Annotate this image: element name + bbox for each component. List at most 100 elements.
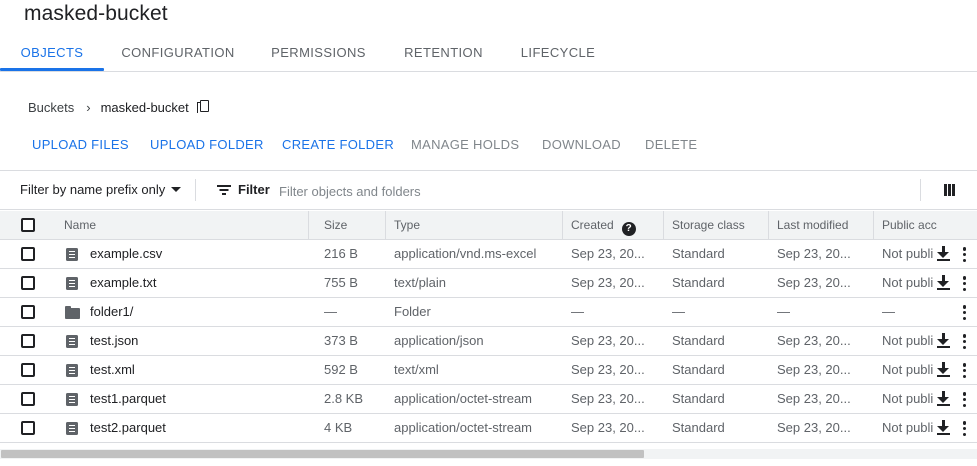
create-folder-button[interactable]: CREATE FOLDER bbox=[282, 134, 394, 156]
tab-lifecycle[interactable]: LIFECYCLE bbox=[518, 34, 598, 71]
file-icon bbox=[66, 277, 78, 290]
cell-modified: Sep 23, 20... bbox=[777, 420, 851, 435]
filter-mode-dropdown[interactable]: Filter by name prefix only bbox=[20, 182, 182, 197]
table-row[interactable]: test2.parquet 4 KB application/octet-strea… bbox=[0, 414, 977, 443]
filter-button[interactable]: Filter bbox=[217, 182, 270, 197]
tab-configuration[interactable]: CONFIGURATION bbox=[120, 34, 236, 71]
more-vert-icon[interactable] bbox=[962, 363, 967, 378]
download-icon[interactable] bbox=[937, 333, 950, 348]
column-display-options-icon[interactable] bbox=[944, 184, 955, 196]
help-icon: ? bbox=[621, 222, 636, 236]
cell-type: Folder bbox=[394, 304, 431, 319]
cell-storage: Standard bbox=[672, 333, 725, 348]
filter-icon bbox=[217, 184, 231, 195]
cell-modified: Sep 23, 20... bbox=[777, 391, 851, 406]
table-row[interactable]: example.txt 755 B text/plain Sep 23, 20... S… bbox=[0, 269, 977, 298]
cell-type: application/octet-stream bbox=[394, 420, 533, 435]
manage-holds-button[interactable]: MANAGE HOLDS bbox=[411, 134, 519, 156]
cell-storage: Standard bbox=[672, 362, 725, 377]
table-header: Name Size Type Created? Storage class La… bbox=[0, 211, 977, 240]
tab-retention[interactable]: RETENTION bbox=[400, 34, 487, 71]
cell-type: application/vnd.ms-excel bbox=[394, 246, 537, 261]
cell-size: 4 KB bbox=[324, 420, 353, 435]
more-vert-icon[interactable] bbox=[962, 334, 967, 349]
divider bbox=[920, 179, 921, 201]
column-header-public-access[interactable]: Public acc bbox=[873, 211, 977, 239]
cell-public: Not publi bbox=[882, 362, 934, 377]
file-icon bbox=[66, 248, 78, 261]
cell-size: 216 B bbox=[324, 246, 358, 261]
table-row[interactable]: folder1/ — Folder — — — — bbox=[0, 298, 977, 327]
upload-folder-button[interactable]: UPLOAD FOLDER bbox=[150, 134, 264, 156]
horizontal-scrollbar[interactable] bbox=[0, 449, 977, 459]
column-header-storage-class[interactable]: Storage class bbox=[663, 211, 768, 239]
more-vert-icon[interactable] bbox=[962, 247, 967, 262]
cell-modified: Sep 23, 20... bbox=[777, 275, 851, 290]
download-icon[interactable] bbox=[937, 391, 950, 406]
cell-public: Not publi bbox=[882, 391, 934, 406]
object-name-link[interactable]: example.csv bbox=[90, 240, 305, 268]
column-header-size[interactable]: Size bbox=[308, 211, 385, 239]
file-icon bbox=[66, 422, 78, 435]
column-header-type[interactable]: Type bbox=[385, 211, 562, 239]
breadcrumb: Buckets › masked-bucket bbox=[28, 98, 211, 116]
row-checkbox[interactable] bbox=[21, 363, 35, 377]
cell-public: Not publi bbox=[882, 420, 934, 435]
download-icon[interactable] bbox=[937, 275, 950, 290]
object-name-link[interactable]: test.json bbox=[90, 327, 305, 355]
row-checkbox[interactable] bbox=[21, 247, 35, 261]
download-icon[interactable] bbox=[937, 246, 950, 261]
column-header-last-modified[interactable]: Last modified bbox=[768, 211, 873, 239]
download-icon[interactable] bbox=[937, 420, 950, 435]
delete-button[interactable]: DELETE bbox=[645, 134, 697, 156]
filter-button-label: Filter bbox=[238, 182, 270, 197]
row-checkbox[interactable] bbox=[21, 276, 35, 290]
object-name-link[interactable]: example.txt bbox=[90, 269, 305, 297]
copy-icon[interactable] bbox=[196, 99, 211, 115]
object-name-link[interactable]: test2.parquet bbox=[90, 414, 305, 442]
object-name-link[interactable]: folder1/ bbox=[90, 298, 305, 326]
tab-permissions[interactable]: PERMISSIONS bbox=[268, 34, 369, 71]
table-row[interactable]: test.json 373 B application/json Sep 23, 20… bbox=[0, 327, 977, 356]
object-name-link[interactable]: test1.parquet bbox=[90, 385, 305, 413]
chevron-right-icon: › bbox=[86, 99, 91, 115]
cell-storage: Standard bbox=[672, 420, 725, 435]
cell-created: — bbox=[571, 304, 584, 319]
breadcrumb-buckets-link[interactable]: Buckets bbox=[28, 100, 74, 115]
more-vert-icon[interactable] bbox=[962, 392, 967, 407]
cell-modified: Sep 23, 20... bbox=[777, 333, 851, 348]
more-vert-icon[interactable] bbox=[962, 305, 967, 320]
select-all-checkbox[interactable] bbox=[21, 218, 35, 232]
table-row[interactable]: test1.parquet 2.8 KB application/octet-str… bbox=[0, 385, 977, 414]
object-name-link[interactable]: test.xml bbox=[90, 356, 305, 384]
download-button[interactable]: DOWNLOAD bbox=[542, 134, 621, 156]
row-checkbox[interactable] bbox=[21, 334, 35, 348]
divider bbox=[195, 179, 196, 201]
more-vert-icon[interactable] bbox=[962, 421, 967, 436]
cell-modified: Sep 23, 20... bbox=[777, 246, 851, 261]
row-checkbox[interactable] bbox=[21, 305, 35, 319]
row-checkbox[interactable] bbox=[21, 392, 35, 406]
row-checkbox[interactable] bbox=[21, 421, 35, 435]
tab-objects[interactable]: OBJECTS bbox=[0, 34, 104, 71]
cell-storage: Standard bbox=[672, 275, 725, 290]
more-vert-icon[interactable] bbox=[962, 276, 967, 291]
column-header-name[interactable]: Name bbox=[55, 211, 309, 239]
action-bar: UPLOAD FILES UPLOAD FOLDER CREATE FOLDER… bbox=[0, 134, 977, 156]
table-row[interactable]: example.csv 216 B application/vnd.ms-excel… bbox=[0, 240, 977, 269]
filter-input[interactable] bbox=[279, 180, 899, 202]
cell-modified: Sep 23, 20... bbox=[777, 362, 851, 377]
scrollbar-thumb[interactable] bbox=[1, 450, 644, 458]
cell-type: text/xml bbox=[394, 362, 439, 377]
cell-size: 373 B bbox=[324, 333, 358, 348]
cell-storage: — bbox=[672, 304, 685, 319]
column-header-created[interactable]: Created? bbox=[562, 211, 663, 239]
table-row[interactable]: test.xml 592 B text/xml Sep 23, 20... Standa… bbox=[0, 356, 977, 385]
cell-created: Sep 23, 20... bbox=[571, 333, 645, 348]
tab-bar: OBJECTS CONFIGURATION PERMISSIONS RETENT… bbox=[0, 34, 977, 72]
cell-storage: Standard bbox=[672, 391, 725, 406]
download-icon[interactable] bbox=[937, 362, 950, 377]
file-icon bbox=[66, 393, 78, 406]
upload-files-button[interactable]: UPLOAD FILES bbox=[32, 134, 129, 156]
cell-public: Not publi bbox=[882, 246, 934, 261]
